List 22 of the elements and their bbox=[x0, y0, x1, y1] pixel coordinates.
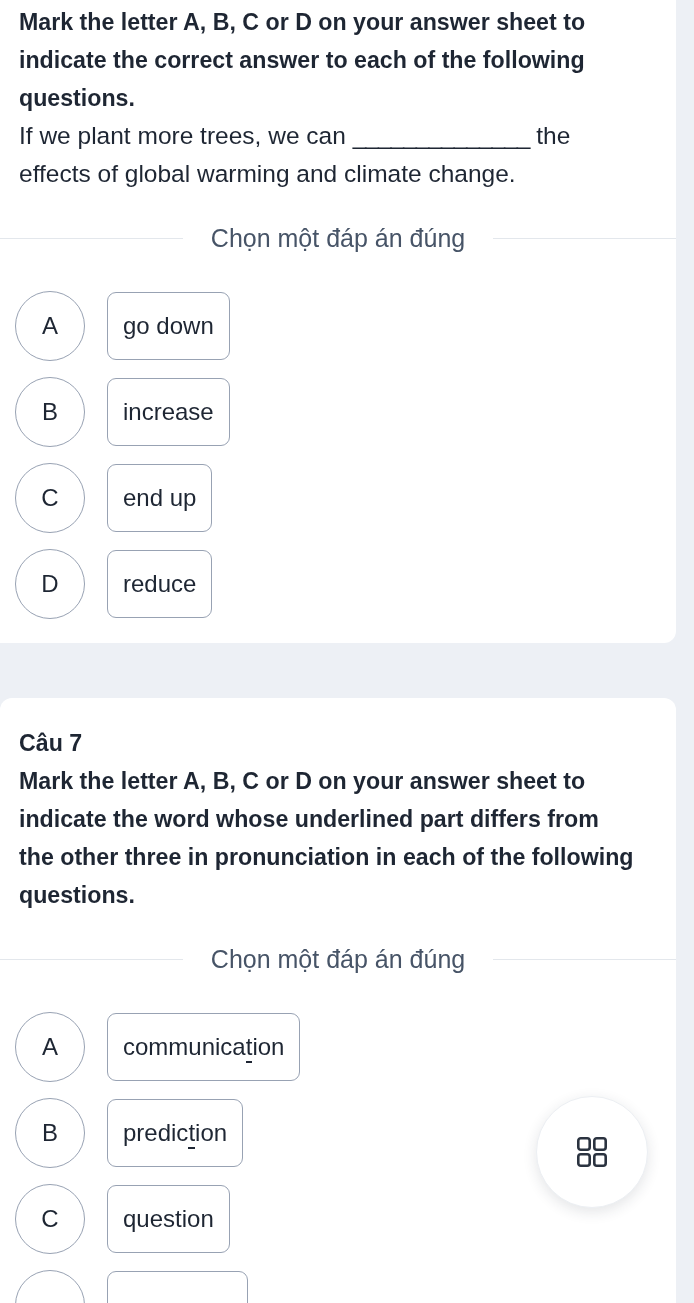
answer-letter-button[interactable]: A bbox=[15, 1012, 85, 1082]
answer-letter-button[interactable]: A bbox=[15, 291, 85, 361]
fill-in-line[interactable]: ______________ bbox=[352, 122, 530, 149]
answer-letter-button[interactable]: D bbox=[15, 549, 85, 619]
answer-option-button[interactable]: communication bbox=[107, 1013, 301, 1081]
answer-option-button[interactable]: prediction bbox=[107, 1099, 244, 1167]
answer-letter-button[interactable]: C bbox=[15, 1184, 85, 1254]
answer-letter-button[interactable]: C bbox=[15, 463, 85, 533]
question-number: Câu 7 bbox=[18, 729, 84, 758]
question-instruction: Mark the letter A, B, C or D on your answer sheet to indicate the word whose underlined part differs from the other three in pronunciation in each of the following questions. bbox=[18, 767, 635, 910]
answer-option-button[interactable]: end up bbox=[107, 464, 213, 532]
answer-option-button[interactable]: increase bbox=[107, 378, 230, 446]
answer-option-button[interactable]: go down bbox=[107, 292, 230, 360]
answer-prompt: Chọn một đáp án đúng bbox=[209, 223, 467, 253]
answer-prompt: Chọn một đáp án đúng bbox=[209, 944, 467, 974]
answer-option-button[interactable]: question bbox=[107, 1185, 230, 1253]
grid-icon bbox=[577, 1137, 607, 1167]
answer-option-button[interactable]: reduce bbox=[107, 550, 213, 618]
question-instruction: Mark the letter A, B, C or D on your answer sheet to indicate the correct answer to each of the following questions. bbox=[18, 8, 587, 113]
answer-letter-button[interactable]: B bbox=[15, 1098, 85, 1168]
question-text: If we plant more trees, we can ______________ the effects of global warming and climate change. bbox=[18, 121, 572, 189]
answer-letter-button[interactable]: B bbox=[15, 377, 85, 447]
